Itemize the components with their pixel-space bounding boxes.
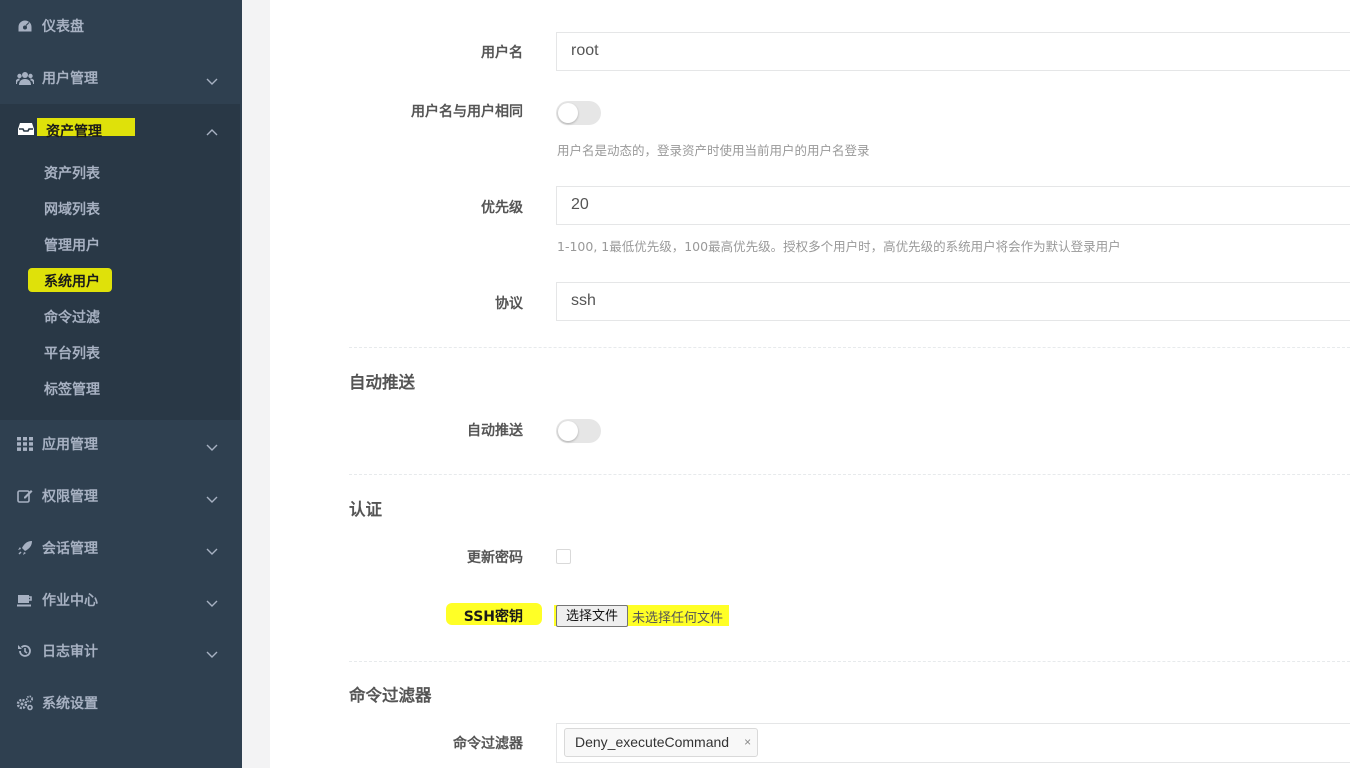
nav-item-settings[interactable]: 系统设置: [0, 677, 240, 729]
nav-group-asset: 资产管理 资产列表 网域列表 管理用户 系统用户 命令过滤 平台列表 标签管理: [0, 104, 240, 420]
cmd-filter-tag-text: Deny_executeCommand: [575, 734, 730, 750]
gears-icon: [16, 694, 34, 712]
no-file-text: 未选择任何文件: [632, 611, 724, 626]
grid-icon: [16, 435, 34, 453]
priority-input[interactable]: 20: [556, 186, 1350, 225]
history-icon: [16, 642, 34, 660]
sub-item-system-user[interactable]: 系统用户: [0, 262, 240, 298]
nav-item-label: 应用管理: [42, 437, 98, 453]
sub-item-label: 管理用户: [44, 238, 100, 254]
nav-item-label: 系统设置: [42, 696, 98, 712]
sub-item-label: 资产列表: [44, 166, 100, 182]
chevron-down-icon: [206, 490, 218, 503]
sub-item-admin-user[interactable]: 管理用户: [0, 226, 240, 262]
nav-item-applications[interactable]: 应用管理: [0, 418, 240, 470]
chevron-down-icon: [206, 542, 218, 555]
nav-item-label: 作业中心: [42, 593, 98, 609]
remove-tag-icon[interactable]: ×: [744, 729, 751, 756]
section-title-cmd-filter: 命令过滤器: [349, 686, 432, 705]
update-password-label: 更新密码: [467, 550, 523, 566]
system-user-form: 用户名 root 用户名与用户相同 用户名是动态的，登录资产时使用当前用户的用户…: [270, 0, 1350, 768]
sub-item-label-manage[interactable]: 标签管理: [0, 370, 240, 406]
username-same-help: 用户名是动态的，登录资产时使用当前用户的用户名登录: [557, 143, 870, 158]
ssh-key-label: SSH密钥: [463, 609, 523, 625]
nav-item-label: 仪表盘: [42, 19, 84, 35]
divider: [349, 661, 1350, 662]
edit-icon: [16, 487, 34, 505]
toggle-knob: [558, 421, 578, 441]
section-title-auth: 认证: [349, 500, 382, 519]
chevron-up-icon: [206, 124, 218, 143]
protocol-label: 协议: [495, 296, 523, 312]
sub-item-label: 系统用户: [44, 274, 100, 290]
nav-item-label: 日志审计: [42, 644, 98, 660]
divider: [349, 347, 1350, 348]
nav-item-label: 资产管理: [46, 124, 102, 140]
users-icon: [16, 69, 34, 87]
choose-file-button[interactable]: 选择文件: [556, 605, 628, 627]
auto-push-label: 自动推送: [467, 423, 523, 439]
cmd-filter-label: 命令过滤器: [453, 736, 523, 752]
protocol-select[interactable]: ssh: [556, 282, 1350, 321]
username-input[interactable]: root: [556, 32, 1350, 71]
nav-item-sessions[interactable]: 会话管理: [0, 522, 240, 574]
nav-item-assets[interactable]: 资产管理: [0, 104, 240, 420]
dashboard-icon: [16, 17, 34, 35]
username-label: 用户名: [481, 45, 523, 61]
coffee-icon: [16, 591, 34, 609]
chevron-down-icon: [206, 645, 218, 658]
nav-item-audits[interactable]: 日志审计: [0, 625, 240, 677]
content-gutter: [240, 0, 270, 768]
sub-item-asset-list[interactable]: 资产列表: [0, 154, 240, 190]
nav-item-users[interactable]: 用户管理: [0, 52, 240, 104]
sub-item-label: 网域列表: [44, 202, 100, 218]
sub-item-command-filter[interactable]: 命令过滤: [0, 298, 240, 334]
chevron-down-icon: [206, 72, 218, 85]
nav-item-label: 用户管理: [42, 71, 98, 87]
nav-item-label: 会话管理: [42, 541, 98, 557]
sidebar-edge: [240, 0, 242, 768]
divider: [349, 474, 1350, 475]
nav-item-permissions[interactable]: 权限管理: [0, 470, 240, 522]
priority-help: 1-100, 1最低优先级，100最高优先级。授权多个用户时，高优先级的系统用户…: [557, 239, 1121, 254]
nav-item-label: 权限管理: [42, 489, 98, 505]
rocket-icon: [16, 539, 34, 557]
sub-item-label: 命令过滤: [44, 310, 100, 326]
sub-item-label: 标签管理: [44, 382, 100, 398]
username-same-label: 用户名与用户相同: [411, 104, 523, 120]
sub-item-domain-list[interactable]: 网域列表: [0, 190, 240, 226]
toggle-knob: [558, 103, 578, 123]
priority-label: 优先级: [481, 200, 523, 216]
cmd-filter-select[interactable]: Deny_executeCommand ×: [556, 723, 1350, 763]
auto-push-toggle[interactable]: [556, 419, 601, 443]
sub-item-label: 平台列表: [44, 346, 100, 362]
cmd-filter-tag: Deny_executeCommand ×: [564, 728, 759, 757]
update-password-checkbox[interactable]: [556, 549, 571, 564]
nav-item-jobs[interactable]: 作业中心: [0, 574, 240, 626]
username-same-toggle[interactable]: [556, 101, 601, 125]
section-title-auto-push: 自动推送: [349, 373, 415, 392]
chevron-down-icon: [206, 594, 218, 607]
inbox-icon: [18, 121, 34, 140]
chevron-down-icon: [206, 438, 218, 451]
sidebar: 仪表盘 用户管理 资产管理 资产列表 网域列表 管理用户 系统用户 命令过滤 平…: [0, 0, 240, 768]
sub-item-platform-list[interactable]: 平台列表: [0, 334, 240, 370]
nav-item-dashboard[interactable]: 仪表盘: [0, 0, 240, 52]
